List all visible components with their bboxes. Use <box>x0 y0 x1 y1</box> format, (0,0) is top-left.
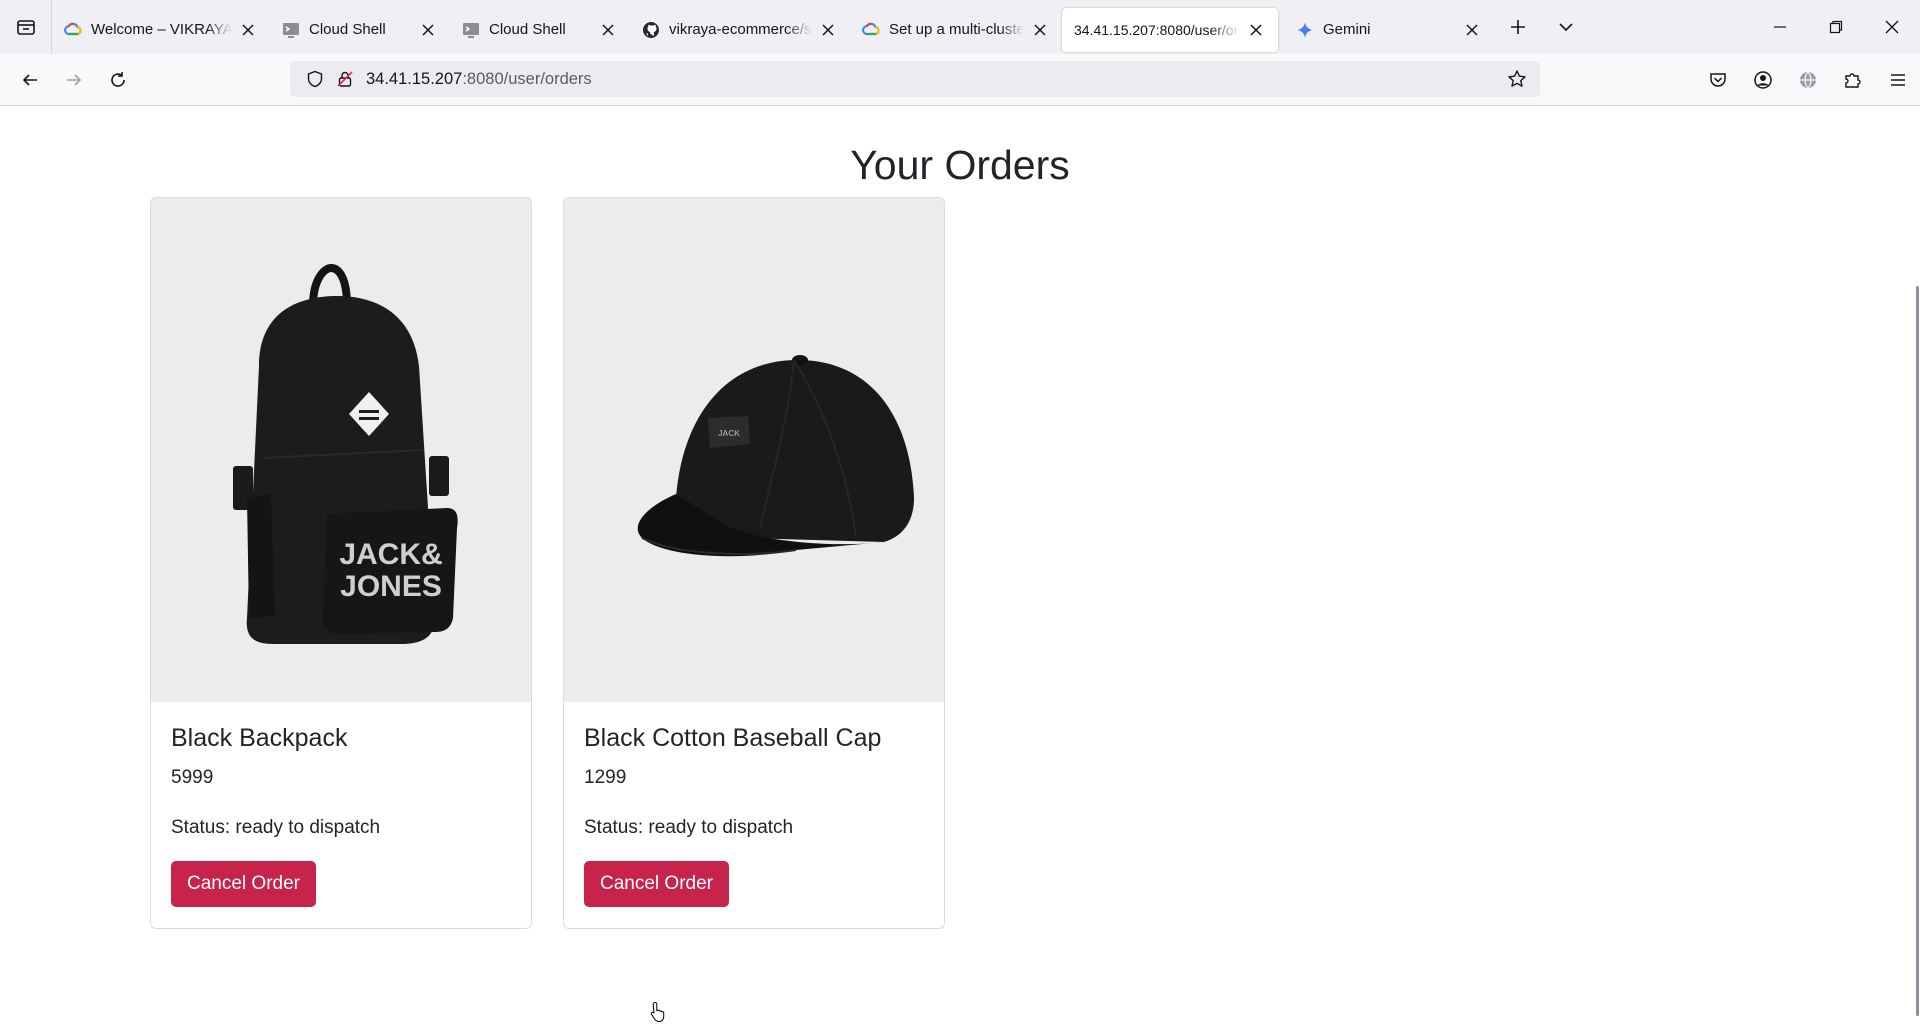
list-all-tabs-button[interactable] <box>1542 0 1590 54</box>
tab-title: Set up a multi-cluster <box>889 21 1024 38</box>
extension-globe-button[interactable] <box>1785 60 1830 100</box>
forward-button[interactable] <box>52 60 96 100</box>
minimize-icon <box>1774 26 1786 28</box>
tab-title: Welcome – VIKRAYA-E <box>91 21 232 38</box>
product-name: Black Backpack <box>171 724 348 752</box>
bookmark-star-icon[interactable] <box>1502 64 1532 94</box>
hamburger-menu-icon <box>1890 74 1905 86</box>
cancel-order-button[interactable]: Cancel Order <box>171 861 316 907</box>
tab-title: Cloud Shell <box>309 21 386 38</box>
forward-arrow-icon <box>67 73 82 86</box>
toolbar-right <box>1695 60 1920 100</box>
app-menu-button[interactable] <box>1875 60 1920 100</box>
url-host: 34.41.15.207 <box>366 69 463 88</box>
chevron-down-icon <box>1559 23 1573 32</box>
gemini-icon <box>1296 21 1314 39</box>
product-name: Black Cotton Baseball Cap <box>584 724 882 752</box>
pocket-icon <box>1709 73 1726 87</box>
github-icon <box>642 21 660 39</box>
tab-title: vikraya-ecommerce/se <box>669 21 812 38</box>
tab-title: Gemini <box>1323 21 1371 38</box>
pocket-button[interactable] <box>1695 60 1740 100</box>
puzzle-icon <box>1844 73 1861 88</box>
close-tab-icon[interactable] <box>1030 20 1050 40</box>
close-tab-icon[interactable] <box>598 20 618 40</box>
reload-button[interactable] <box>96 60 140 100</box>
page-scrollbar[interactable] <box>1914 106 1920 1020</box>
order-card: JACK& JONES Black Backpack 5999 Status: … <box>150 197 532 929</box>
scrollbar-thumb[interactable] <box>1916 286 1919 1016</box>
back-button[interactable] <box>8 60 52 100</box>
hand-pointer-icon <box>650 1001 668 1028</box>
close-tab-icon[interactable] <box>238 20 258 40</box>
cancel-order-button[interactable]: Cancel Order <box>584 861 729 907</box>
url-path: :8080/user/orders <box>462 69 592 88</box>
account-icon <box>1753 71 1772 89</box>
svg-text:JACK&: JACK& <box>339 538 442 571</box>
cap-image: JACK <box>564 198 944 702</box>
product-price: 1299 <box>584 767 627 788</box>
new-tab-button[interactable] <box>1494 0 1542 54</box>
tracking-protection-shield-icon[interactable] <box>300 64 330 94</box>
page-title: Your Orders <box>850 142 1070 188</box>
cloud-shell-icon <box>462 21 480 39</box>
order-status: Status: ready to dispatch <box>171 817 381 838</box>
order-card: JACK Black Cotton Baseball Cap 1299 Stat… <box>563 197 945 929</box>
tab-cloud-shell-2[interactable]: Cloud Shell <box>450 8 630 52</box>
tab-cloud-shell-1[interactable]: Cloud Shell <box>270 8 450 52</box>
order-status: Status: ready to dispatch <box>584 817 794 838</box>
order-card-body: Black Cotton Baseball Cap 1299 Status: r… <box>564 702 944 927</box>
close-tab-icon[interactable] <box>418 20 438 40</box>
back-arrow-icon <box>22 73 37 86</box>
close-tab-icon[interactable] <box>1246 20 1266 40</box>
insecure-lock-icon[interactable] <box>330 64 360 94</box>
navigation-toolbar: 34.41.15.207:8080/user/orders <box>0 54 1920 106</box>
address-bar[interactable]: 34.41.15.207:8080/user/orders <box>290 61 1540 97</box>
google-cloud-icon <box>862 21 880 39</box>
tab-gemini[interactable]: Gemini <box>1284 8 1494 52</box>
tab-strip: Welcome – VIKRAYA-E Cloud Shell Cloud Sh… <box>0 0 1920 54</box>
minimize-button[interactable] <box>1752 0 1808 54</box>
close-tab-icon[interactable] <box>1462 20 1482 40</box>
reload-icon <box>111 71 125 87</box>
svg-text:JACK: JACK <box>718 429 740 438</box>
tab-orders[interactable]: 34.41.15.207:8080/user/orders <box>1062 7 1278 52</box>
google-cloud-icon <box>64 21 82 39</box>
backpack-image: JACK& JONES <box>151 198 531 702</box>
extensions-button[interactable] <box>1830 60 1875 100</box>
plus-icon <box>1511 20 1525 34</box>
globe-icon <box>1799 71 1816 89</box>
restore-icon <box>1829 20 1843 34</box>
firefox-view-button[interactable] <box>0 0 52 54</box>
restore-button[interactable] <box>1808 0 1864 54</box>
close-window-button[interactable] <box>1864 0 1920 54</box>
order-card-body: Black Backpack 5999 Status: ready to dis… <box>151 702 531 927</box>
page-content: Your Orders JACK& JONES Black Backpack 5… <box>0 106 1920 1023</box>
tab-multi-cluster[interactable]: Set up a multi-cluster <box>850 8 1062 52</box>
tab-github[interactable]: vikraya-ecommerce/se <box>630 8 850 52</box>
account-button[interactable] <box>1740 60 1785 100</box>
url-text: 34.41.15.207:8080/user/orders <box>366 70 592 89</box>
close-tab-icon[interactable] <box>818 20 838 40</box>
cloud-shell-icon <box>282 21 300 39</box>
svg-text:JONES: JONES <box>340 570 442 603</box>
tab-title: 34.41.15.207:8080/user/orders <box>1074 21 1240 38</box>
tab-welcome[interactable]: Welcome – VIKRAYA-E <box>52 8 270 52</box>
product-price: 5999 <box>171 767 214 788</box>
close-icon <box>1885 20 1899 34</box>
firefox-view-icon <box>16 20 35 35</box>
tab-title: Cloud Shell <box>489 21 566 38</box>
